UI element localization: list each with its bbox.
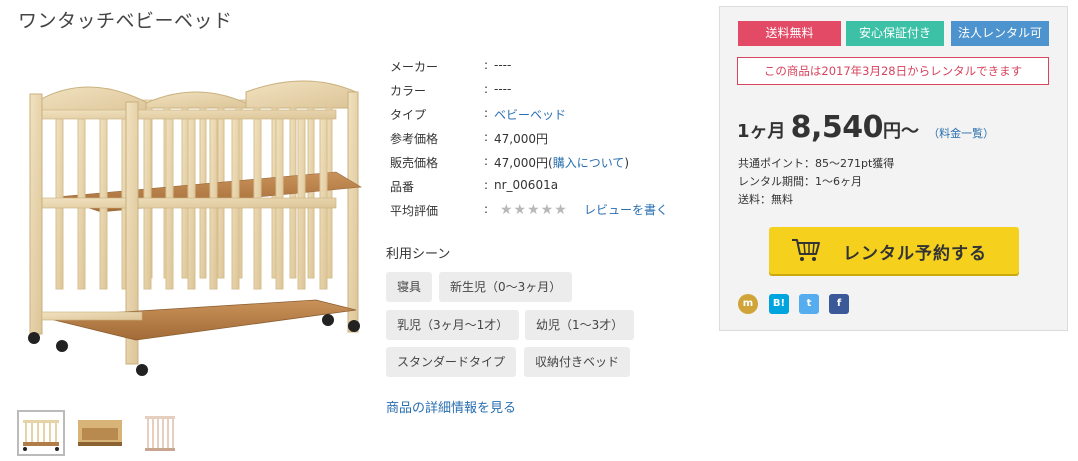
sale-price-text: 47,000円 — [494, 156, 548, 170]
cart-icon — [792, 239, 820, 261]
reserve-button[interactable]: レンタル予約する — [769, 227, 1019, 274]
paren-close: ) — [624, 156, 630, 170]
thumbnail-2[interactable] — [76, 410, 124, 456]
thumbnail-3[interactable] — [135, 410, 183, 456]
mixi-check-icon[interactable]: m — [738, 294, 758, 314]
badge-warranty: 安心保証付き — [846, 21, 944, 46]
price-period: 1ヶ月 — [737, 121, 786, 142]
badge-free-shipping: 送料無料 — [738, 21, 841, 46]
scene-tag-storage[interactable]: 収納付きベッド — [524, 347, 631, 377]
scene-tag-newborn[interactable]: 新生児（0〜3ヶ月） — [439, 272, 573, 302]
spec-value-ref-price: 47,000円 — [494, 132, 548, 146]
shipping-info: 送料：無料 — [738, 193, 793, 206]
availability-notice: この商品は2017年3月28日からレンタルできます — [737, 57, 1049, 85]
spec-value-color: ---- — [494, 82, 512, 96]
thumbnail-side-icon — [145, 416, 175, 451]
product-main-image[interactable] — [16, 72, 366, 382]
scene-tag-infant[interactable]: 乳児（3ヶ月〜1才） — [386, 310, 520, 340]
scene-tag-toddler[interactable]: 幼児（1〜3才） — [525, 310, 635, 340]
spec-label-ref-price: 参考価格 — [390, 132, 439, 146]
crib-illustration — [28, 80, 362, 376]
scene-tag-standard[interactable]: スタンダードタイプ — [386, 347, 517, 377]
thumbnail-crib-icon — [23, 420, 59, 451]
spec-value-sku: nr_00601a — [494, 178, 559, 192]
spec-value-maker: ---- — [494, 58, 512, 72]
spec-label-type: タイプ — [390, 108, 427, 122]
thumbnail-folded-icon — [78, 420, 122, 446]
facebook-icon[interactable]: f — [829, 294, 849, 314]
points-info: 共通ポイント：85〜271pt獲得 — [738, 157, 895, 170]
rating-stars: ★★★★★ — [500, 202, 568, 218]
purchase-info-link[interactable]: 購入について — [553, 156, 625, 170]
twitter-icon[interactable]: t — [799, 294, 819, 314]
spec-colon: : — [484, 58, 489, 72]
reserve-button-label: レンタル予約する — [843, 244, 987, 264]
price-suffix: 円〜 — [883, 121, 920, 142]
spec-label-color: カラー — [390, 84, 427, 98]
spec-label-rating: 平均評価 — [390, 204, 439, 218]
spec-colon: : — [484, 130, 489, 144]
spec-colon: : — [484, 154, 489, 168]
spec-colon: : — [484, 202, 489, 216]
price-row: 1ヶ月 8,540円〜 （料金一覧） — [737, 110, 994, 145]
spec-colon: : — [484, 82, 489, 96]
fee-list-link[interactable]: （料金一覧） — [928, 127, 994, 140]
spec-label-maker: メーカー — [390, 60, 439, 74]
spec-label-sale-price: 販売価格 — [390, 156, 439, 170]
spec-type-link[interactable]: ベビーベッド — [494, 106, 566, 123]
page-title: ワンタッチベビーベッド — [18, 10, 233, 32]
spec-colon: : — [484, 178, 489, 192]
thumbnail-1[interactable] — [17, 410, 65, 456]
scene-heading: 利用シーン — [386, 247, 451, 262]
spec-label-sku: 品番 — [390, 180, 415, 194]
spec-value-sale-price: 47,000円(購入について) — [494, 154, 629, 171]
price-amount: 8,540 — [790, 110, 884, 145]
badge-corporate: 法人レンタル可 — [951, 21, 1049, 46]
write-review-link[interactable]: レビューを書く — [584, 201, 668, 218]
rental-period-info: レンタル期間：1〜6ヶ月 — [738, 175, 862, 188]
hatena-bookmark-icon[interactable]: B! — [769, 294, 789, 314]
product-details-link[interactable]: 商品の詳細情報を見る — [386, 397, 516, 416]
spec-colon: : — [484, 106, 489, 120]
scene-tag-bedding[interactable]: 寝具 — [386, 272, 433, 302]
